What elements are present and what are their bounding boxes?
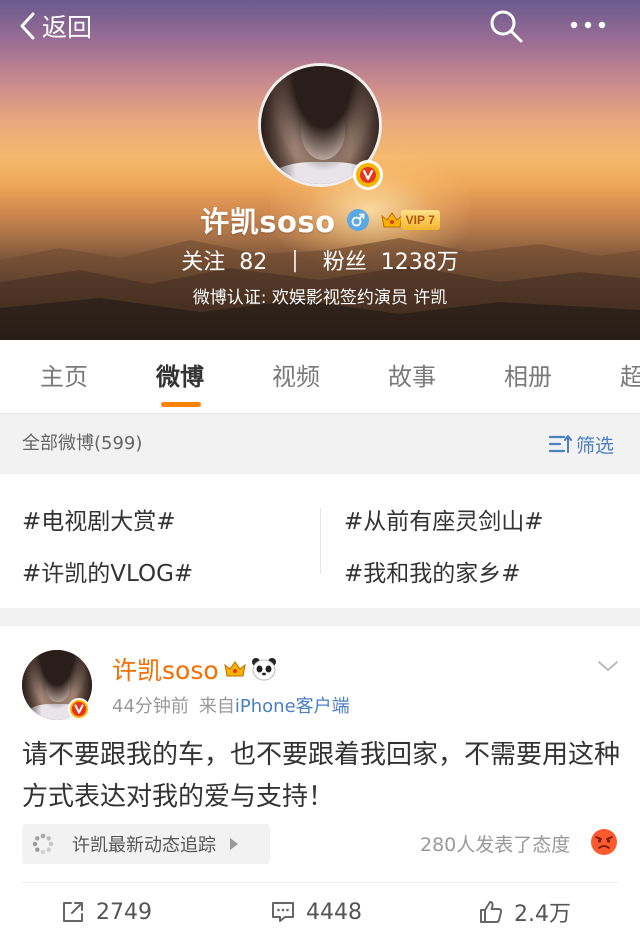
filter-label: 筛选: [576, 434, 615, 457]
tab-album[interactable]: 相册: [504, 340, 552, 413]
vip-badge[interactable]: VIP 7: [380, 208, 440, 232]
loading-icon: [32, 833, 54, 855]
filter-bar: 全部微博(599) 筛选: [0, 414, 640, 474]
following-count: 82: [239, 250, 268, 275]
topic-divider: [320, 508, 321, 574]
active-tab-indicator: [161, 402, 201, 407]
share-icon: [63, 902, 83, 922]
verification-info: 微博认证: 欢娱影视签约演员 许凯: [192, 288, 448, 308]
search-icon[interactable]: [488, 8, 524, 44]
comment-button[interactable]: 4448: [270, 892, 362, 932]
profile-name: 许凯soso: [200, 205, 336, 239]
repost-button[interactable]: 2749: [60, 892, 152, 932]
back-button[interactable]: 返回: [18, 6, 92, 46]
track-card[interactable]: 许凯最新动态追踪: [22, 824, 270, 864]
topic-item[interactable]: #电视剧大赏#: [22, 502, 176, 536]
repost-count: 2749: [96, 899, 152, 925]
featured-topics: #电视剧大赏# #从前有座灵剑山# #许凯的VLOG# #我和我的家乡#: [0, 474, 640, 608]
crown-icon: [223, 661, 246, 677]
panda-icon: [251, 658, 276, 681]
back-label: 返回: [42, 13, 93, 42]
track-label: 许凯最新动态追踪: [72, 835, 216, 856]
followers-count: 1238万: [380, 250, 459, 275]
followers-stat[interactable]: 粉丝 1238万: [323, 244, 459, 276]
male-icon: [346, 209, 369, 231]
topic-item[interactable]: #许凯的VLOG#: [22, 554, 193, 588]
post-meta: 44分钟前 来自iPhone客户端: [112, 692, 350, 718]
verified-v-icon: [68, 698, 90, 720]
comment-count: 4448: [306, 899, 362, 925]
verified-v-icon: [353, 160, 383, 190]
tab-video[interactable]: 视频: [272, 340, 320, 413]
angry-face-icon[interactable]: [590, 828, 618, 856]
followers-label: 粉丝: [322, 250, 367, 275]
tab-home[interactable]: 主页: [40, 340, 88, 413]
topic-item[interactable]: #从前有座灵剑山#: [344, 502, 544, 536]
profile-name-row: 许凯soso VIP 7: [0, 200, 640, 240]
comment-icon: [272, 902, 294, 922]
all-posts-count: 全部微博(599): [22, 433, 143, 454]
post-text: 请不要跟我的车，也不要跟着我回家，不需要用这种方式表达对我的爱与支持！: [22, 740, 621, 812]
profile-tabs: 主页 微博 视频 故事 相册 超: [0, 340, 640, 414]
tab-super-topic[interactable]: 超: [620, 340, 640, 413]
vip-level: VIP 7: [400, 210, 440, 230]
post-time: 44分钟前: [112, 696, 189, 717]
play-triangle-icon: [230, 838, 238, 850]
profile-stats: 关注 82 | 粉丝 1238万: [0, 242, 640, 278]
chevron-left-icon: [20, 12, 35, 40]
post-author-row: 许凯soso: [112, 652, 277, 686]
chevron-down-icon[interactable]: [596, 658, 620, 674]
post-author-name[interactable]: 许凯soso: [112, 651, 219, 687]
post-card: 许凯soso 44分钟前 来自iPhone客户端 请不要跟我的车，也不要跟着我回家…: [0, 626, 640, 940]
topic-item[interactable]: #我和我的家乡#: [344, 554, 521, 588]
like-button[interactable]: 2.4万: [478, 892, 571, 932]
following-label: 关注: [181, 250, 226, 275]
thumbs-up-icon: [480, 901, 503, 923]
post-divider: [22, 882, 618, 883]
like-count: 2.4万: [514, 902, 571, 927]
post-source-client[interactable]: iPhone客户端: [235, 696, 350, 717]
filter-button[interactable]: 筛选: [548, 414, 614, 474]
tab-story[interactable]: 故事: [388, 340, 436, 413]
following-stat[interactable]: 关注 82: [181, 244, 267, 276]
attitude-count[interactable]: 280人发表了态度: [420, 830, 570, 857]
post-source-prefix: 来自: [198, 696, 235, 717]
filter-icon: [548, 435, 572, 453]
stats-separator: |: [291, 247, 299, 273]
more-dots-icon[interactable]: [568, 10, 608, 40]
